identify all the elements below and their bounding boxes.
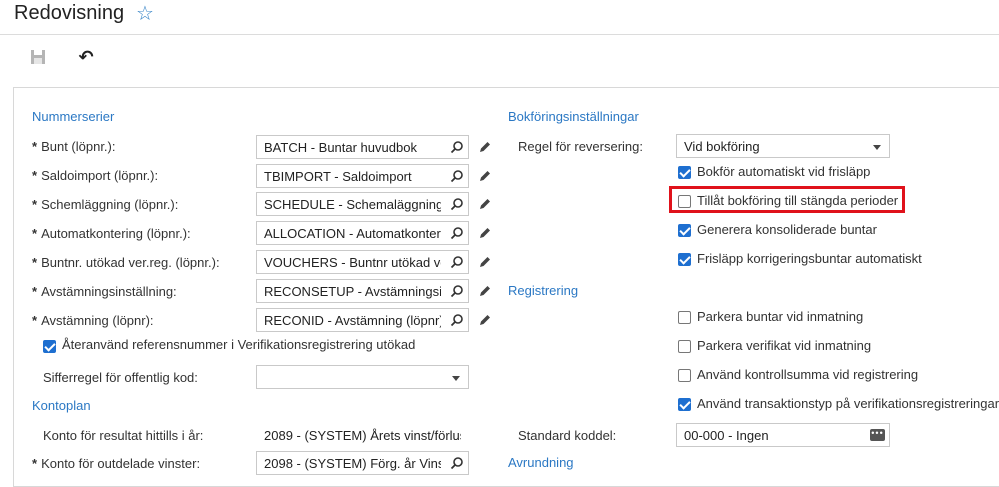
automatkontering-lookup[interactable]: ALLOCATION - Automatkontering (256, 221, 469, 245)
section-kontoplan: Kontoplan (32, 398, 91, 413)
highlight-box (669, 186, 905, 213)
label-avstamning: * Avstämning (löpnr): (32, 313, 154, 328)
buntnr-utokad-lookup[interactable]: VOUCHERS - Buntnr utökad ver.reg. (256, 250, 469, 274)
search-icon[interactable] (450, 255, 464, 269)
label-konto-resultat: Konto för resultat hittills i år: (43, 428, 204, 443)
konto-resultat-value: 2089 - (SYSTEM) Årets vinst/förlust (256, 423, 469, 447)
generera-konsoliderade-checkbox[interactable] (678, 224, 691, 237)
regel-reversering-dropdown[interactable]: Vid bokföring (676, 134, 890, 158)
edit-pencil-icon[interactable] (478, 140, 492, 154)
edit-pencil-icon[interactable] (478, 169, 492, 183)
frislapp-korrigering-label: Frisläpp korrigeringsbuntar automatiskt (697, 251, 922, 266)
label-buntnr-utokad: * Buntnr. utökad ver.reg. (löpnr.): (32, 255, 220, 270)
label-bunt: * Bunt (löpnr.): (32, 139, 116, 154)
label-regel-reversering: Regel för reversering: (518, 139, 643, 154)
undo-icon: ↶ (78, 46, 94, 67)
label-konto-outdelade: * Konto för outdelade vinster: (32, 456, 201, 471)
reuse-ref-checkbox[interactable] (43, 340, 56, 353)
kontrollsumma-checkbox[interactable] (678, 369, 691, 382)
section-nummerserier: Nummerserier (32, 109, 115, 124)
avstamning-lookup[interactable]: RECONID - Avstämning (löpnr) (256, 308, 469, 332)
bokfor-auto-label: Bokför automatiskt vid frisläpp (697, 164, 871, 179)
schemlaggning-lookup[interactable]: SCHEDULE - Schemaläggning (256, 192, 469, 216)
label-saldoimport: * Saldoimport (löpnr.): (32, 168, 159, 183)
edit-pencil-icon[interactable] (478, 226, 492, 240)
chevron-down-icon (873, 145, 881, 150)
parkera-verifikat-checkbox[interactable] (678, 340, 691, 353)
edit-pencil-icon[interactable] (478, 197, 492, 211)
bunt-lookup[interactable]: BATCH - Buntar huvudbok (256, 135, 469, 159)
undo-button[interactable]: ↶ (74, 46, 98, 68)
standard-koddel-field[interactable]: 00-000 - Ingen ••• (676, 423, 890, 447)
frislapp-korrigering-checkbox[interactable] (678, 253, 691, 266)
parkera-buntar-label: Parkera buntar vid inmatning (697, 309, 864, 324)
parkera-verifikat-label: Parkera verifikat vid inmatning (697, 338, 872, 353)
section-registrering: Registrering (508, 283, 579, 298)
saldoimport-lookup[interactable]: TBIMPORT - Saldoimport (256, 164, 469, 188)
edit-pencil-icon[interactable] (478, 255, 492, 269)
search-icon[interactable] (450, 197, 464, 211)
sifferregel-dropdown[interactable] (256, 365, 469, 389)
bokfor-auto-checkbox[interactable] (678, 166, 691, 179)
konto-outdelade-lookup[interactable]: 2098 - (SYSTEM) Förg. år Vinst. (256, 451, 469, 475)
more-dots-icon[interactable]: ••• (870, 429, 885, 441)
label-automatkontering: * Automatkontering (löpnr.): (32, 226, 191, 241)
generera-konsoliderade-label: Generera konsoliderade buntar (697, 222, 877, 237)
chevron-down-icon (452, 376, 460, 381)
avstamningsinstallning-lookup[interactable]: RECONSETUP - Avstämningsinställning (256, 279, 469, 303)
search-icon[interactable] (450, 226, 464, 240)
edit-pencil-icon[interactable] (478, 313, 492, 327)
save-icon (31, 50, 45, 64)
favorite-star-icon[interactable]: ☆ (136, 2, 154, 26)
search-icon[interactable] (450, 456, 464, 470)
search-icon[interactable] (450, 313, 464, 327)
label-avstamningsinstallning: * Avstämningsinställning: (32, 284, 177, 299)
label-standard-koddel: Standard koddel: (518, 428, 617, 443)
page-header: Redovisning ☆ (0, 0, 999, 35)
save-button[interactable] (26, 46, 50, 68)
label-sifferregel: Sifferregel för offentlig kod: (43, 370, 198, 385)
kontrollsumma-label: Använd kontrollsumma vid registrering (697, 367, 919, 382)
label-schemlaggning: * Schemläggning (löpnr.): (32, 197, 179, 212)
section-bokforing: Bokföringsinställningar (508, 109, 639, 124)
transaktionstyp-checkbox[interactable] (678, 398, 691, 411)
search-icon[interactable] (450, 169, 464, 183)
section-avrundning: Avrundning (508, 455, 574, 470)
transaktionstyp-label: Använd transaktionstyp på verifikationsr… (697, 396, 999, 411)
edit-pencil-icon[interactable] (478, 284, 492, 298)
page-title: Redovisning (14, 2, 125, 24)
reuse-ref-label: Återanvänd referensnummer i Verifikation… (62, 337, 416, 352)
search-icon[interactable] (450, 140, 464, 154)
parkera-buntar-checkbox[interactable] (678, 311, 691, 324)
search-icon[interactable] (450, 284, 464, 298)
